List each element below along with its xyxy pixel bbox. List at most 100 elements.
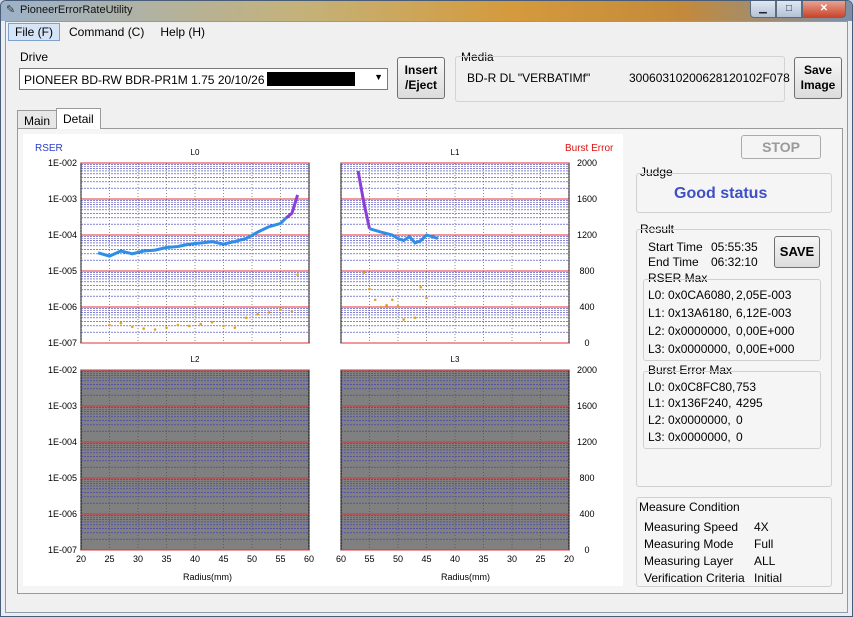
burst-error-point: [396, 304, 400, 308]
burst-error-point: [199, 322, 202, 326]
burst-error-point: [373, 298, 377, 302]
x-tick-label: 30: [133, 554, 143, 564]
rser-max-layer: L2: 0x0000000,: [648, 324, 731, 338]
left-axis-label: RSER: [35, 143, 63, 154]
rser-max-value: 0,00E+000: [736, 324, 795, 338]
y-right-tick-label: 1200: [577, 230, 597, 240]
window-title: PioneerErrorRateUtility: [20, 4, 133, 16]
x-tick-label: 60: [336, 554, 346, 564]
burst-error-point: [419, 285, 423, 289]
title-bar[interactable]: ✎ PioneerErrorRateUtility ▁ □ ✕: [1, 1, 852, 21]
burst-error-point: [210, 321, 214, 324]
y-right-tick-label: 2000: [577, 365, 597, 375]
y-right-tick-label: 800: [579, 473, 594, 483]
x-tick-label: 30: [507, 554, 517, 564]
insert-eject-label-2: /Eject: [404, 78, 437, 92]
burst-max-value: 0: [736, 413, 743, 427]
x-tick-label: 40: [190, 554, 200, 564]
y-right-tick-label: 0: [584, 545, 589, 555]
dropdown-arrow-icon[interactable]: ▼: [374, 72, 383, 82]
detail-panel: RSER Burst Error Radius(mm) Radius(mm) 1E-00…: [17, 128, 843, 594]
burst-error-point: [425, 296, 428, 300]
burst-error-point: [142, 327, 145, 330]
x-tick-label: 20: [76, 554, 86, 564]
media-id: 30060310200628120102F078: [629, 71, 790, 85]
burst-error-point: [119, 321, 123, 325]
y-right-tick-label: 400: [579, 302, 594, 312]
burst-error-point: [379, 305, 383, 309]
x-tick-label: 45: [218, 554, 228, 564]
y-left-tick-label: 1E-002: [48, 158, 77, 168]
menu-help[interactable]: Help (H): [153, 23, 212, 41]
measure-key: Measuring Layer: [644, 554, 734, 568]
y-left-tick-label: 1E-007: [48, 338, 77, 348]
minimize-button[interactable]: ▁: [750, 1, 776, 18]
measure-value: ALL: [754, 554, 776, 568]
burst-max-value: 4295: [736, 396, 763, 410]
rser-max-layer: L1: 0x13A6180,: [648, 306, 733, 320]
y-right-tick-label: 0: [584, 338, 589, 348]
redacted-block: [266, 72, 355, 86]
rser-max-value: 0,00E+000: [736, 342, 795, 356]
maximize-button[interactable]: □: [776, 1, 802, 18]
burst-error-point: [188, 324, 191, 328]
x-tick-label: 35: [478, 554, 488, 564]
error-rate-chart: RSER Burst Error Radius(mm) Radius(mm) 1E-00…: [35, 143, 614, 582]
drive-select[interactable]: PIONEER BD-RW BDR-PR1M 1.75 20/10/26 ▼: [19, 68, 388, 90]
burst-max-layer: L1: 0x136F240,: [648, 396, 732, 410]
x-tick-label: 55: [275, 554, 285, 564]
client-area: File (F) Command (C) Help (H) Drive PION…: [5, 21, 848, 613]
menu-file[interactable]: File (F): [8, 23, 60, 41]
burst-error-point: [222, 324, 225, 328]
save-image-button[interactable]: Save Image: [794, 57, 842, 99]
burst-max-value: 0: [736, 430, 743, 444]
burst-error-point: [108, 323, 111, 327]
burst-error-point: [279, 308, 282, 311]
media-group: BD-R DL "VERBATIMf" 30060310200628120102…: [455, 56, 790, 102]
measure-value: Initial: [754, 571, 783, 585]
panel-title: L0: [191, 148, 200, 157]
burst-error-point: [245, 316, 248, 320]
stop-button[interactable]: STOP: [741, 135, 821, 159]
measure-key: Verification Criteria: [644, 571, 745, 585]
end-time-value: 06:32:10: [711, 255, 758, 269]
x-tick-label: 25: [535, 554, 545, 564]
end-time-label: End Time: [648, 255, 699, 269]
panel-title: L1: [451, 148, 460, 157]
rser-max-layer: L3: 0x0000000,: [648, 342, 731, 356]
menu-command[interactable]: Command (C): [62, 23, 151, 41]
measure-condition-label: Measure Condition: [639, 500, 740, 514]
x-tick-label: 50: [247, 554, 257, 564]
x-tick-label: 45: [421, 554, 431, 564]
y-right-tick-label: 1200: [577, 437, 597, 447]
y-left-tick-label: 1E-004: [48, 437, 77, 447]
tab-detail[interactable]: Detail: [56, 108, 101, 129]
save-image-label-2: Image: [800, 78, 836, 92]
burst-error-point: [385, 303, 388, 307]
rser-max-value: 6,12E-003: [736, 306, 792, 320]
tab-main[interactable]: Main: [17, 110, 58, 129]
burst-max-value: 753: [736, 380, 757, 394]
burst-error-point: [413, 316, 417, 320]
measure-key: Measuring Mode: [644, 537, 734, 551]
burst-error-point: [165, 326, 168, 329]
burst-error-point: [256, 312, 259, 316]
burst-error-point: [362, 271, 366, 275]
save-image-label-1: Save: [803, 63, 833, 77]
x-tick-label: 60: [304, 554, 314, 564]
close-button[interactable]: ✕: [802, 1, 846, 18]
start-time-value: 05:55:35: [711, 240, 758, 254]
save-button[interactable]: SAVE: [774, 236, 820, 268]
panel-title: L2: [191, 355, 200, 364]
rser-max-value: 2,05E-003: [736, 288, 792, 302]
menu-bar: File (F) Command (C) Help (H): [6, 22, 847, 42]
measure-value: Full: [754, 537, 774, 551]
result-group: Start Time 05:55:35 End Time 06:32:10 SA…: [636, 229, 832, 487]
burst-max-group: L0: 0x0C8FC80, 753 L1: 0x136F240, 4295 L…: [643, 371, 821, 449]
y-left-tick-label: 1E-005: [48, 473, 77, 483]
measure-condition-group: Measure Condition Measuring Speed 4X Mea…: [636, 497, 832, 587]
y-left-tick-label: 1E-004: [48, 230, 77, 240]
y-right-tick-label: 800: [579, 266, 594, 276]
burst-error-point: [391, 298, 394, 302]
insert-eject-button[interactable]: Insert /Eject: [397, 57, 445, 99]
